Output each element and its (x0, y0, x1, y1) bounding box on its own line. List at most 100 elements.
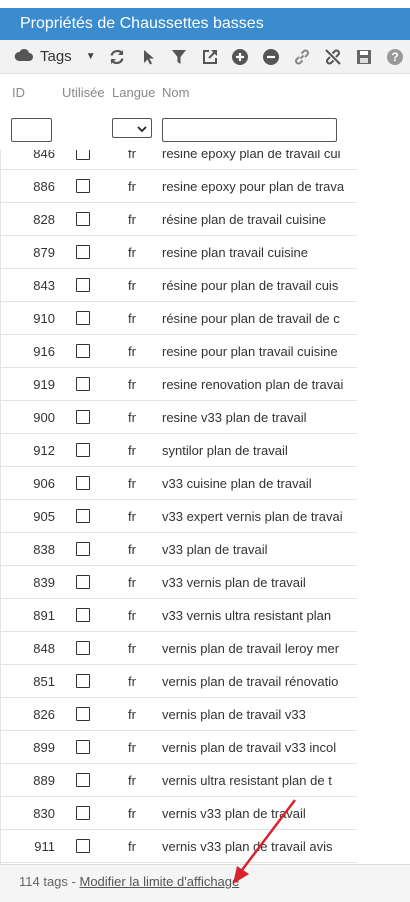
row-id: 886 (33, 179, 55, 194)
link-icon[interactable] (287, 45, 318, 69)
row-id: 851 (33, 674, 55, 689)
row-id: 846 (33, 150, 55, 161)
row-language: fr (128, 575, 136, 590)
used-checkbox[interactable] (76, 377, 90, 391)
id-filter-input[interactable] (11, 118, 52, 142)
row-language: fr (128, 344, 136, 359)
table-row[interactable]: 838 fr v33 plan de travail (1, 533, 357, 566)
row-id: 906 (33, 476, 55, 491)
used-checkbox[interactable] (76, 344, 90, 358)
row-name: résine plan de travail cuisine (162, 212, 327, 227)
unlink-icon[interactable] (318, 45, 349, 69)
export-icon[interactable] (194, 45, 225, 69)
row-language: fr (128, 179, 136, 194)
help-icon[interactable]: ? (379, 45, 410, 69)
tags-dropdown-button[interactable]: Tags ▼ (14, 45, 102, 69)
column-header-lang[interactable]: Langue (112, 85, 155, 100)
lang-filter-select[interactable] (112, 118, 152, 138)
table-row[interactable]: 843 fr résine pour plan de travail cuis (1, 269, 357, 302)
used-checkbox[interactable] (76, 707, 90, 721)
table-row[interactable]: 891 fr v33 vernis ultra resistant plan (1, 599, 357, 632)
table-row[interactable]: 851 fr vernis plan de travail rénovatio (1, 665, 357, 698)
used-checkbox[interactable] (76, 773, 90, 787)
row-name: resine epoxy pour plan de trava (162, 179, 345, 194)
table-row[interactable]: 905 fr v33 expert vernis plan de travai (1, 500, 357, 533)
table-row[interactable]: 828 fr résine plan de travail cuisine (1, 203, 357, 236)
used-checkbox[interactable] (76, 179, 90, 193)
pointer-icon[interactable] (132, 45, 163, 69)
row-id: 826 (33, 707, 55, 722)
table-row[interactable]: 910 fr résine pour plan de travail de c (1, 302, 357, 335)
filter-icon[interactable] (163, 45, 194, 69)
used-checkbox[interactable] (76, 674, 90, 688)
used-checkbox[interactable] (76, 278, 90, 292)
used-checkbox[interactable] (76, 641, 90, 655)
table-row[interactable]: 839 fr v33 vernis plan de travail (1, 566, 357, 599)
column-header-used[interactable]: Utilisée (62, 85, 105, 100)
table-row[interactable]: 900 fr resine v33 plan de travail (1, 401, 357, 434)
table-row[interactable]: 912 fr syntilor plan de travail (1, 434, 357, 467)
row-name: résine pour plan de travail de c (162, 311, 340, 326)
row-language: fr (128, 608, 136, 623)
tags-table[interactable]: 846 fr resine epoxy plan de travail cui 886… (0, 150, 410, 864)
used-checkbox[interactable] (76, 542, 90, 556)
used-checkbox[interactable] (76, 212, 90, 226)
row-name: v33 vernis plan de travail (162, 575, 306, 590)
row-language: fr (128, 476, 136, 491)
row-language: fr (128, 509, 136, 524)
used-checkbox[interactable] (76, 311, 90, 325)
used-checkbox[interactable] (76, 608, 90, 622)
refresh-icon[interactable] (102, 45, 133, 69)
used-checkbox[interactable] (76, 476, 90, 490)
table-row[interactable]: 886 fr resine epoxy pour plan de trava (1, 170, 357, 203)
used-checkbox[interactable] (76, 443, 90, 457)
table-row[interactable]: 916 fr resine pour plan travail cuisine (1, 335, 357, 368)
table-row[interactable]: 919 fr resine renovation plan de travai (1, 368, 357, 401)
table-row[interactable]: 889 fr vernis ultra resistant plan de t (1, 764, 357, 797)
table-row[interactable]: 879 fr resine plan travail cuisine (1, 236, 357, 269)
top-strip (0, 0, 410, 8)
table-row[interactable]: 846 fr resine epoxy plan de travail cui (1, 150, 357, 170)
row-id: 919 (33, 377, 55, 392)
column-header-name[interactable]: Nom (162, 85, 189, 100)
row-language: fr (128, 740, 136, 755)
used-checkbox[interactable] (76, 410, 90, 424)
row-id: 911 (34, 839, 55, 854)
used-checkbox[interactable] (76, 509, 90, 523)
row-name: resine epoxy plan de travail cui (162, 150, 341, 161)
row-language: fr (128, 212, 136, 227)
used-checkbox[interactable] (76, 839, 90, 853)
add-icon[interactable] (225, 45, 256, 69)
row-language: fr (128, 410, 136, 425)
remove-icon[interactable] (256, 45, 287, 69)
table-row[interactable]: 899 fr vernis plan de travail v33 incol (1, 731, 357, 764)
row-id: 828 (33, 212, 55, 227)
row-name: vernis ultra resistant plan de t (162, 773, 332, 788)
used-checkbox[interactable] (76, 150, 90, 160)
used-checkbox[interactable] (76, 806, 90, 820)
table-row[interactable]: 906 fr v33 cuisine plan de travail (1, 467, 357, 500)
table-row[interactable]: 848 fr vernis plan de travail leroy mer (1, 632, 357, 665)
used-checkbox[interactable] (76, 575, 90, 589)
row-name: résine pour plan de travail cuis (162, 278, 339, 293)
chevron-down-icon (137, 121, 147, 136)
used-checkbox[interactable] (76, 245, 90, 259)
change-display-limit-link[interactable]: Modifier la limite d'affichage (79, 874, 239, 889)
row-id: 830 (33, 806, 55, 821)
table-row[interactable]: 830 fr vernis v33 plan de travail (1, 797, 357, 830)
row-name: resine renovation plan de travai (162, 377, 344, 392)
row-language: fr (128, 674, 136, 689)
name-filter-input[interactable] (162, 118, 337, 142)
row-name: syntilor plan de travail (162, 443, 288, 458)
table-row[interactable]: 911 fr vernis v33 plan de travail avis (1, 830, 357, 863)
row-name: vernis v33 plan de travail avis (162, 839, 333, 854)
caret-down-icon: ▼ (85, 51, 96, 62)
column-header-id[interactable]: ID (12, 85, 25, 100)
save-icon[interactable] (348, 45, 379, 69)
row-id: 912 (33, 443, 55, 458)
used-checkbox[interactable] (76, 740, 90, 754)
row-name: vernis v33 plan de travail (162, 806, 306, 821)
table-row[interactable]: 826 fr vernis plan de travail v33 (1, 698, 357, 731)
row-name: resine v33 plan de travail (162, 410, 307, 425)
column-headers: ID Utilisée Langue Nom (0, 74, 410, 152)
